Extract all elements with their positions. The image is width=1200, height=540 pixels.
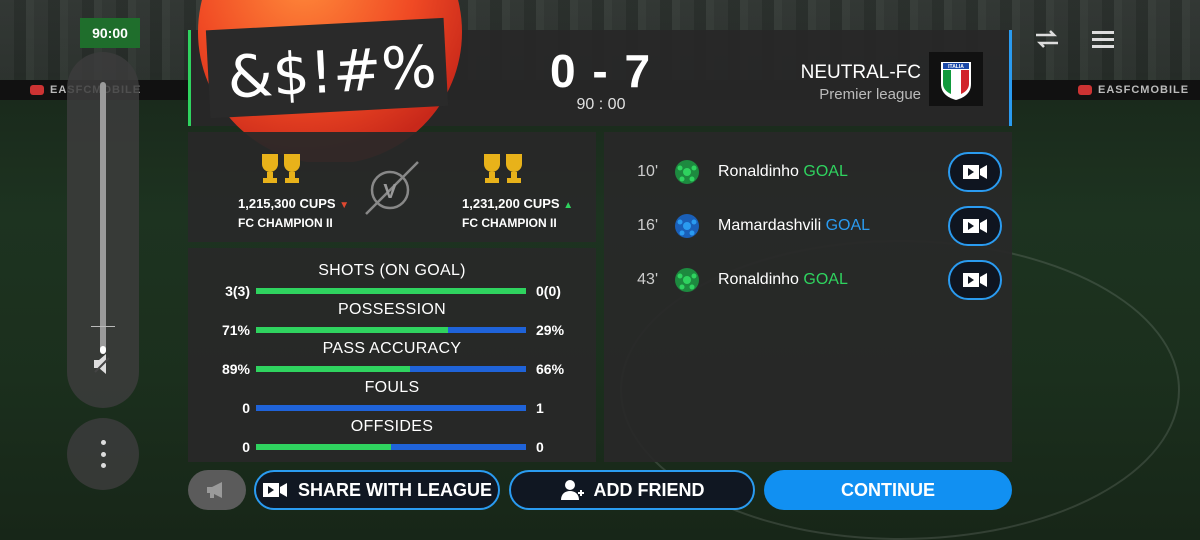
- stat-bar: [256, 405, 526, 411]
- event-row: 16' Mamardashvili GOAL: [604, 199, 1012, 253]
- football-icon: [675, 214, 699, 238]
- match-stats-panel: SHOTS (ON GOAL) 3(3) 0(0) POSSESSION 71%…: [188, 248, 596, 462]
- stat-away-value: 1: [536, 400, 544, 416]
- stat-bar: [256, 444, 526, 450]
- svg-text:ITALIA: ITALIA: [948, 64, 964, 70]
- volume-slider[interactable]: [100, 82, 106, 352]
- match-events-panel: 10' Ronaldinho GOAL 16' Mamardashvili GO…: [604, 132, 1012, 462]
- stat-home-value: 0: [242, 439, 250, 455]
- match-timer: 90:00: [80, 18, 140, 48]
- stat-bar: [256, 327, 526, 333]
- stat-row: SHOTS (ON GOAL) 3(3) 0(0): [188, 262, 596, 301]
- event-description: Ronaldinho GOAL: [718, 163, 848, 180]
- stat-bar: [256, 288, 526, 294]
- event-minute: 16': [637, 217, 658, 234]
- stat-away-value: 66%: [536, 361, 565, 377]
- video-camera-icon: [963, 165, 987, 179]
- more-options-button[interactable]: [67, 418, 139, 490]
- football-icon: [675, 160, 699, 184]
- stat-label: FOULS: [364, 379, 420, 396]
- emoji-censor-text: &$!#%: [225, 32, 439, 112]
- stat-label: OFFSIDES: [350, 418, 434, 435]
- event-row: 43' Ronaldinho GOAL: [604, 253, 1012, 307]
- event-description: Ronaldinho GOAL: [718, 271, 848, 288]
- away-cups: 1,231,200 CUPS ▲: [462, 196, 574, 211]
- divider: [91, 326, 115, 327]
- stat-label: POSSESSION: [338, 301, 446, 318]
- speaker-muted-icon[interactable]: [89, 350, 117, 378]
- home-tier: FC CHAMPION II: [238, 216, 333, 230]
- stat-row: PASS ACCURACY 89% 66%: [188, 340, 596, 379]
- video-camera-icon: [963, 273, 987, 287]
- replay-button[interactable]: [948, 206, 1002, 246]
- replay-button[interactable]: [948, 152, 1002, 192]
- video-camera-icon: [963, 219, 987, 233]
- trophy-icon: [484, 154, 522, 183]
- event-description: Mamardashvili GOAL: [718, 217, 871, 234]
- announce-button[interactable]: [188, 470, 246, 510]
- trend-up-icon: ▲: [563, 200, 574, 211]
- stat-away-value: 0(0): [536, 283, 561, 299]
- add-user-icon: [560, 480, 584, 500]
- stat-row: FOULS 0 1: [188, 379, 596, 418]
- home-cups: 1,215,300 CUPS ▼: [238, 196, 350, 211]
- event-row: 10' Ronaldinho GOAL: [604, 145, 1012, 199]
- stat-row: OFFSIDES 0 0: [188, 418, 596, 457]
- menu-icon[interactable]: [1086, 22, 1120, 56]
- stat-away-value: 29%: [536, 322, 565, 338]
- score: 0 - 7: [549, 45, 653, 97]
- replay-button[interactable]: [948, 260, 1002, 300]
- share-with-league-button[interactable]: SHARE WITH LEAGUE: [254, 470, 500, 510]
- away-team-name: NEUTRAL-FC: [800, 62, 921, 83]
- match-time: 90 : 00: [576, 96, 626, 113]
- stat-label: PASS ACCURACY: [322, 340, 462, 357]
- away-team-league: Premier league: [819, 86, 921, 103]
- add-friend-button[interactable]: ADD FRIEND: [509, 470, 755, 510]
- trend-down-icon: ▼: [339, 200, 350, 211]
- more-vertical-icon: [100, 440, 106, 468]
- stat-home-value: 3(3): [225, 283, 250, 299]
- volume-control[interactable]: [67, 52, 139, 408]
- svg-text:V: V: [383, 181, 397, 203]
- stat-home-value: 71%: [221, 322, 250, 338]
- ranking-panel: 1,215,300 CUPS ▼ FC CHAMPION II V 1,231,…: [188, 132, 596, 242]
- video-camera-icon: [262, 483, 287, 497]
- event-minute: 10': [637, 163, 658, 180]
- stat-away-value: 0: [536, 439, 544, 455]
- football-icon: [675, 268, 699, 292]
- adboard-text: EASFCMOBILE: [1078, 84, 1189, 96]
- continue-button[interactable]: CONTINUE: [764, 470, 1012, 510]
- stat-home-value: 0: [242, 400, 250, 416]
- stat-bar: [256, 366, 526, 372]
- italia-badge-icon: ITALIA: [929, 52, 983, 106]
- megaphone-icon: [207, 482, 222, 498]
- stat-label: SHOTS (ON GOAL): [318, 262, 466, 279]
- trophy-icon: [262, 154, 300, 183]
- stat-home-value: 89%: [221, 361, 250, 377]
- swap-icon[interactable]: [1030, 22, 1064, 56]
- stat-row: POSSESSION 71% 29%: [188, 301, 596, 340]
- event-minute: 43': [637, 271, 658, 288]
- away-tier: FC CHAMPION II: [462, 216, 557, 230]
- versus-icon: V: [365, 161, 419, 215]
